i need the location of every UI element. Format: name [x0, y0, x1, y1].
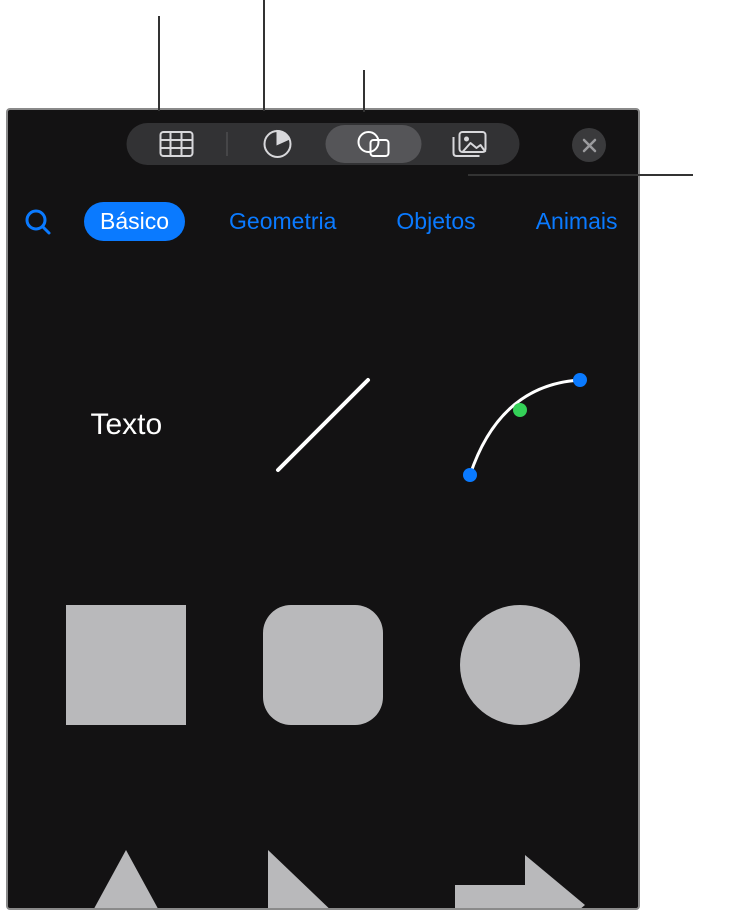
close-icon: [582, 138, 597, 153]
shapes-panel: Básico Geometria Objetos Animais N Texto: [6, 108, 640, 910]
shape-triangle[interactable]: [38, 800, 215, 910]
callout-line-media: [468, 174, 693, 176]
right-triangle-icon: [258, 845, 388, 910]
shape-square[interactable]: [38, 560, 215, 770]
curve-icon: [450, 360, 590, 490]
circle-icon: [460, 605, 580, 725]
table-button[interactable]: [129, 125, 225, 163]
shape-circle[interactable]: [431, 560, 608, 770]
category-basic[interactable]: Básico: [84, 202, 185, 241]
table-icon: [160, 131, 194, 157]
shape-text[interactable]: Texto: [38, 320, 215, 530]
callout-line-chart: [263, 0, 265, 111]
shape-rounded-square[interactable]: [235, 560, 412, 770]
media-button[interactable]: [422, 125, 518, 163]
callout-line-shapes: [363, 70, 365, 112]
triangle-icon: [61, 845, 191, 910]
search-icon[interactable]: [24, 208, 52, 236]
shape-curve[interactable]: [431, 320, 608, 530]
category-objects[interactable]: Objetos: [380, 202, 491, 241]
shapes-grid: Texto: [8, 300, 638, 908]
chart-icon: [263, 129, 293, 159]
close-button[interactable]: [572, 128, 606, 162]
chart-button[interactable]: [230, 125, 326, 163]
toolbar-divider: [227, 132, 228, 156]
shape-right-triangle[interactable]: [235, 800, 412, 910]
rounded-square-icon: [263, 605, 383, 725]
shape-line[interactable]: [235, 320, 412, 530]
media-icon: [453, 131, 487, 157]
category-animals[interactable]: Animais: [520, 202, 634, 241]
shapes-button[interactable]: [326, 125, 422, 163]
category-tabs: Básico Geometria Objetos Animais N: [8, 202, 638, 241]
shapes-icon: [357, 130, 391, 158]
category-geometry[interactable]: Geometria: [213, 202, 352, 241]
square-icon: [66, 605, 186, 725]
arrow-icon: [450, 850, 590, 910]
insert-toolbar: [127, 123, 520, 165]
callout-line-table: [158, 16, 160, 111]
shape-arrow[interactable]: [431, 800, 608, 910]
text-shape-label: Texto: [90, 408, 162, 442]
line-icon: [263, 365, 383, 485]
